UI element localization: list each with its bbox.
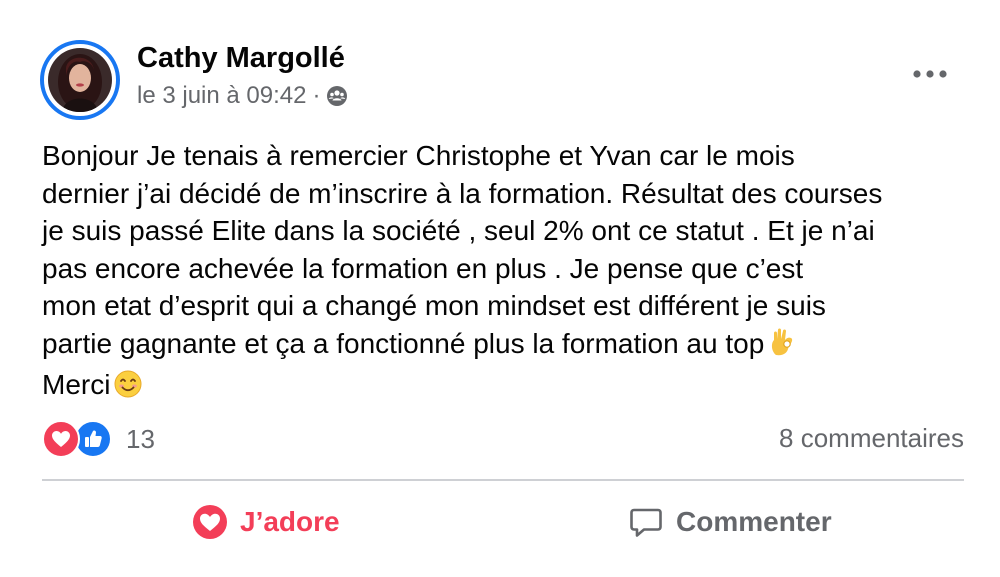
avatar[interactable] — [40, 40, 120, 120]
meta-separator: · — [312, 82, 321, 109]
facebook-post: Cathy Margollé le 3 juin à 09:42 · Bonjo… — [0, 0, 1000, 577]
post-text-line: Merci — [42, 366, 972, 408]
love-reaction-icon — [42, 420, 80, 458]
comments-count-link[interactable]: 8 commentaires — [779, 423, 964, 454]
love-button[interactable]: J’adore — [192, 500, 340, 544]
post-text-line: je suis passé Elite dans la société , se… — [42, 215, 875, 246]
love-button-label: J’adore — [240, 506, 340, 537]
more-horizontal-icon — [913, 65, 947, 83]
author-name[interactable]: Cathy Margollé — [137, 42, 345, 75]
more-options-button[interactable] — [910, 60, 950, 88]
post-text-line: partie gagnante et ça a fonctionné plus … — [42, 325, 972, 367]
post-timestamp[interactable]: le 3 juin à 09:42 — [137, 82, 306, 110]
reactions-summary[interactable]: 13 — [42, 420, 155, 458]
avatar-image — [48, 48, 112, 112]
post-text-line: mon etat d’esprit qui a changé mon minds… — [42, 290, 826, 321]
post-meta: le 3 juin à 09:42 · — [137, 82, 348, 110]
post-text-line: dernier j’ai décidé de m’inscrire à la f… — [42, 177, 883, 209]
comment-icon — [628, 504, 664, 540]
smiling-face-emoji — [114, 370, 142, 408]
ok-hand-emoji — [768, 327, 796, 367]
comment-button[interactable]: Commenter — [628, 500, 832, 544]
divider — [42, 479, 964, 481]
post-text-line: pas encore achevée la formation en plus … — [42, 252, 804, 284]
post-text: Bonjour Je tenais à remercier Christophe… — [42, 137, 972, 408]
comment-button-label: Commenter — [676, 506, 832, 537]
post-text-line: Bonjour Je tenais à remercier Christophe… — [42, 140, 795, 171]
reaction-count[interactable]: 13 — [126, 424, 155, 455]
heart-icon — [192, 504, 228, 540]
friends-icon[interactable] — [326, 85, 348, 107]
